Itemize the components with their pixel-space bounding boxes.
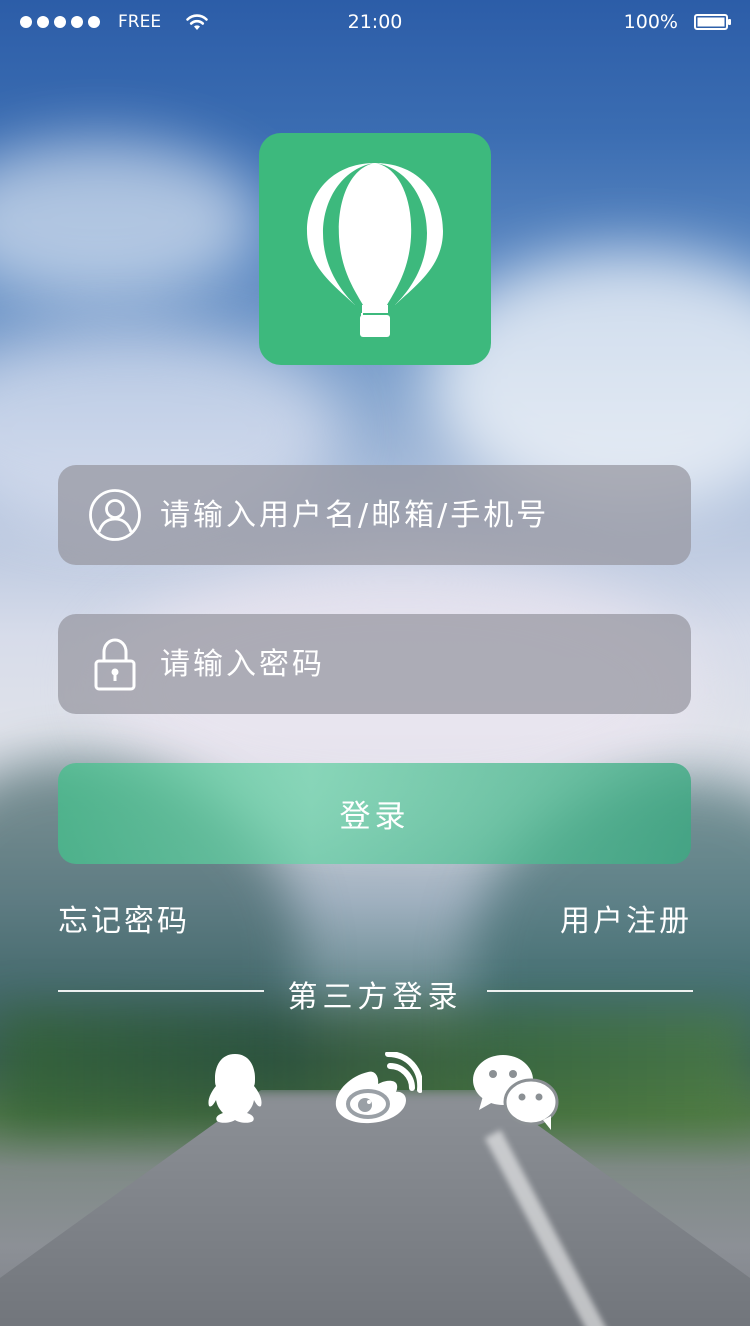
app-logo [259,133,491,365]
weibo-icon[interactable] [332,1052,422,1126]
forgot-password-link[interactable]: 忘记密码 [58,896,190,940]
password-field[interactable] [58,614,691,714]
background-cloud [0,140,260,300]
wechat-icon[interactable] [471,1052,561,1130]
lock-icon [94,638,136,691]
battery-percentage: 100% [623,11,678,33]
divider-line [487,990,693,992]
login-button[interactable]: 登录 [58,763,691,864]
status-bar: FREE 21:00 100% [0,0,750,46]
password-input[interactable] [160,614,660,714]
hot-air-balloon-icon [307,163,443,337]
login-screen: FREE 21:00 100% 请输入用户名/邮箱/手机号 登录 忘记密码 用户… [0,0,750,1326]
register-link[interactable]: 用户注册 [560,896,692,940]
username-field[interactable] [58,465,691,565]
username-input[interactable] [160,465,660,565]
qq-icon[interactable] [203,1052,267,1126]
user-icon [89,489,141,541]
battery-icon [694,14,731,30]
third-party-login-title: 第三方登录 [287,980,463,1015]
